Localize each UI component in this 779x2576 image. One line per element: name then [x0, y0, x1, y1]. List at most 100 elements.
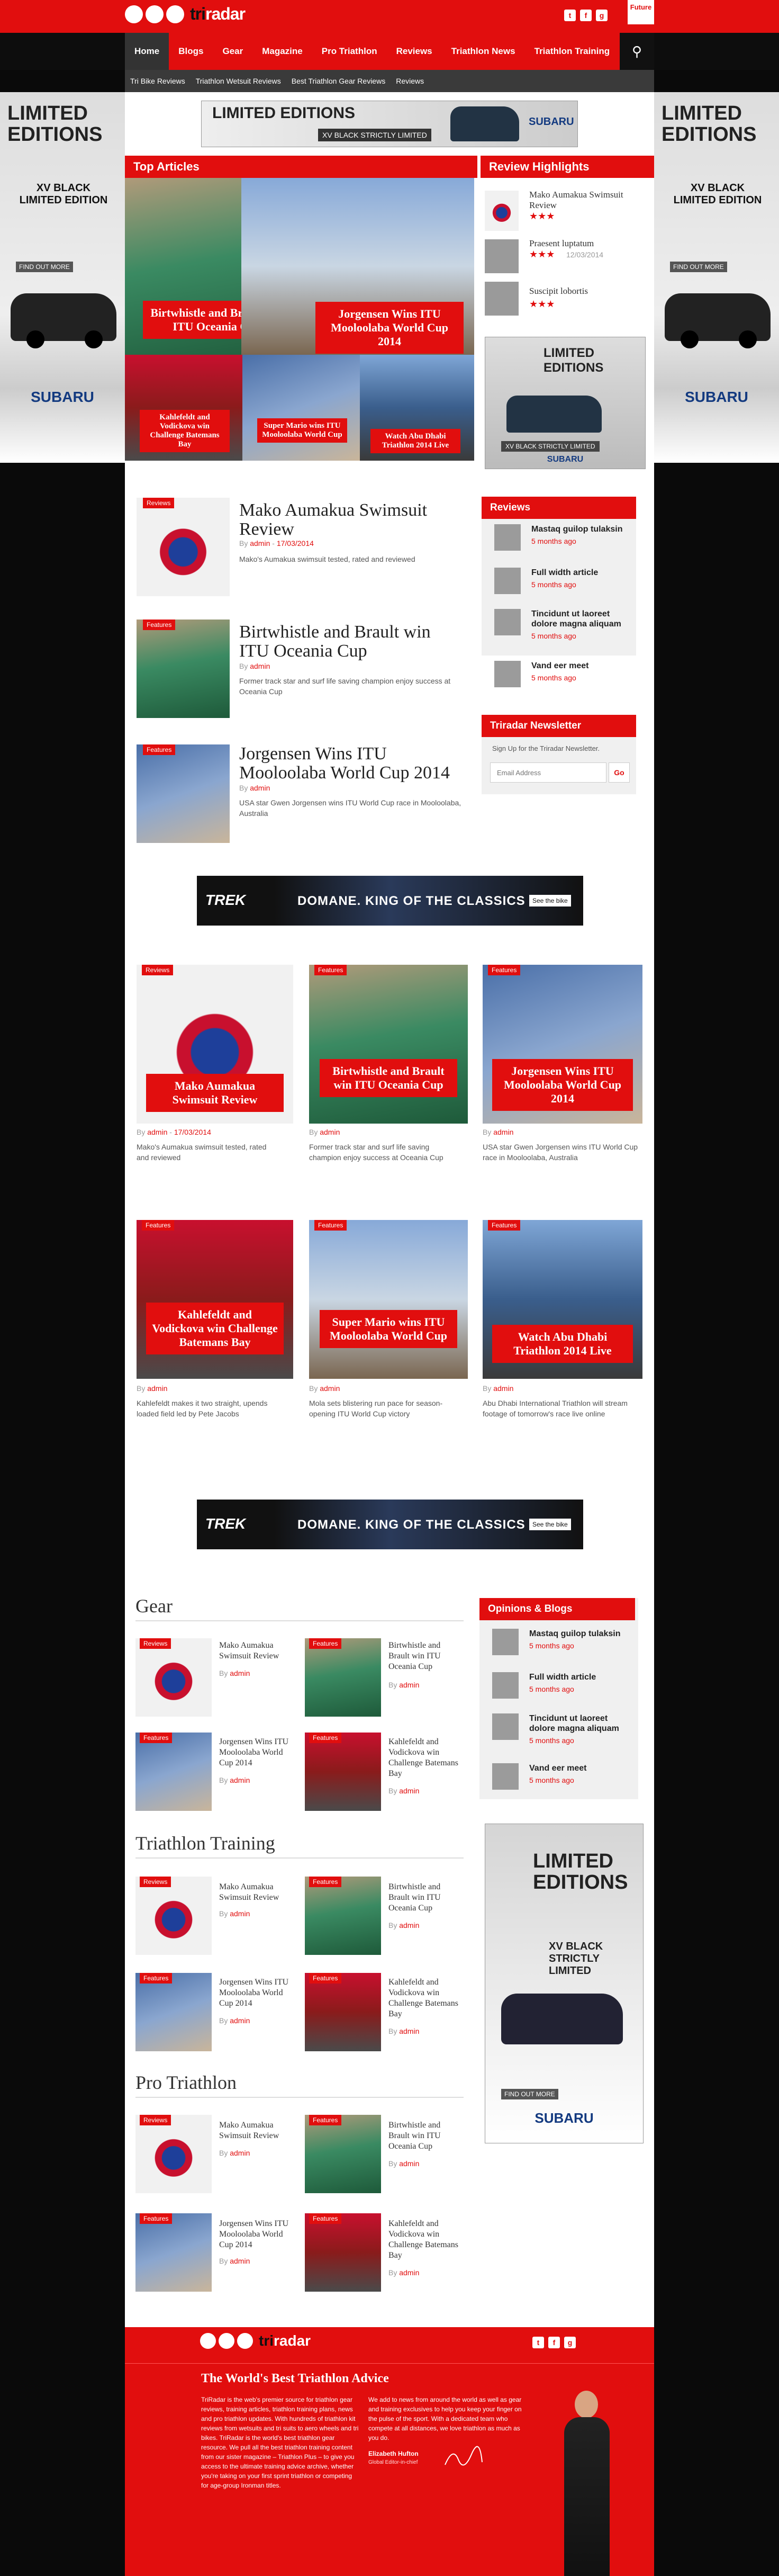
section-thumb[interactable]	[135, 2115, 212, 2193]
twitter-icon[interactable]: t	[564, 10, 576, 21]
twitter-icon[interactable]: t	[532, 2337, 544, 2348]
category-tag[interactable]: Features	[309, 2213, 342, 2224]
nav-reviews[interactable]: Reviews	[387, 33, 442, 70]
author-link[interactable]: admin	[320, 1384, 340, 1393]
category-tag[interactable]: Features	[314, 965, 347, 975]
grid-article-caption[interactable]: Super Mario wins ITU Mooloolaba World Cu…	[320, 1310, 457, 1348]
nav-pro-triathlon[interactable]: Pro Triathlon	[312, 33, 387, 70]
category-tag[interactable]: Reviews	[140, 1877, 171, 1887]
section-heading-pro[interactable]: Pro Triathlon	[135, 2071, 237, 2094]
grid-article-image[interactable]	[137, 1220, 293, 1379]
author-link[interactable]: admin	[230, 2016, 250, 2025]
facebook-icon[interactable]: f	[580, 10, 592, 21]
author-link[interactable]: admin	[250, 662, 270, 670]
category-tag[interactable]: Features	[143, 744, 176, 755]
section-thumb[interactable]	[305, 2115, 381, 2193]
section-item-title[interactable]: Jorgensen Wins ITU Mooloolaba World Cup …	[219, 2219, 293, 2250]
grid-article-caption[interactable]: Mako Aumakua Swimsuit Review	[146, 1074, 284, 1112]
article-thumb[interactable]	[137, 620, 230, 718]
subnav-item[interactable]: Triathlon Wetsuit Reviews	[191, 77, 286, 85]
author-link[interactable]: admin	[320, 1128, 340, 1136]
nav-triathlon-news[interactable]: Triathlon News	[442, 33, 525, 70]
grid-article-caption[interactable]: Kahlefeldt and Vodickova win Challenge B…	[146, 1303, 284, 1354]
author-link[interactable]: admin	[250, 539, 270, 547]
section-thumb[interactable]	[305, 1733, 381, 1811]
search-icon[interactable]: ⚲	[620, 33, 654, 70]
section-item-title[interactable]: Jorgensen Wins ITU Mooloolaba World Cup …	[219, 1737, 293, 1769]
section-item-title[interactable]: Birtwhistle and Brault win ITU Oceania C…	[388, 1640, 463, 1672]
subnav-item[interactable]: Best Triathlon Gear Reviews	[286, 77, 391, 85]
section-item-title[interactable]: Jorgensen Wins ITU Mooloolaba World Cup …	[219, 1977, 293, 2009]
top-article-caption[interactable]: Super Mario wins ITU Mooloolaba World Cu…	[257, 418, 347, 443]
grid-article-caption[interactable]: Birtwhistle and Brault win ITU Oceania C…	[320, 1059, 457, 1097]
author-link[interactable]: admin	[399, 1681, 419, 1689]
section-heading-gear[interactable]: Gear	[135, 1595, 173, 1617]
widget-item[interactable]: Tincidunt ut laoreet dolore magna aliqua…	[494, 609, 627, 640]
trek-button[interactable]: See the bike	[529, 895, 571, 906]
side-ad-left[interactable]: LIMITED EDITIONS XV BLACK LIMITED EDITIO…	[0, 92, 125, 463]
nav-home[interactable]: Home	[125, 33, 169, 70]
author-link[interactable]: admin	[399, 1921, 419, 1929]
category-tag[interactable]: Features	[140, 1733, 173, 1743]
section-item-title[interactable]: Birtwhistle and Brault win ITU Oceania C…	[388, 2120, 463, 2152]
category-tag[interactable]: Reviews	[140, 2115, 171, 2125]
category-tag[interactable]: Features	[488, 965, 521, 975]
review-thumb[interactable]	[485, 239, 519, 273]
article-title[interactable]: Mako Aumakua Swimsuit Review	[239, 501, 461, 539]
article-thumb[interactable]	[137, 498, 230, 596]
top-article-caption[interactable]: Watch Abu Dhabi Triathlon 2014 Live	[370, 429, 460, 453]
author-link[interactable]: admin	[250, 784, 270, 792]
nav-blogs[interactable]: Blogs	[169, 33, 213, 70]
section-item-title[interactable]: Mako Aumakua Swimsuit Review	[219, 2120, 293, 2141]
widget-item[interactable]: Vand eer meet 5 months ago	[492, 1763, 624, 1793]
section-item-title[interactable]: Mako Aumakua Swimsuit Review	[219, 1640, 293, 1662]
category-tag[interactable]: Features	[309, 1877, 342, 1887]
article-thumb[interactable]	[137, 744, 230, 843]
category-tag[interactable]: Features	[142, 1220, 175, 1231]
googleplus-icon[interactable]: g	[564, 2337, 576, 2348]
grid-article-caption[interactable]: Jorgensen Wins ITU Mooloolaba World Cup …	[492, 1059, 633, 1111]
top-article-caption[interactable]: Jorgensen Wins ITU Mooloolaba World Cup …	[315, 302, 464, 354]
author-link[interactable]: admin	[493, 1128, 513, 1136]
author-link[interactable]: admin	[399, 2027, 419, 2035]
section-thumb[interactable]	[135, 1973, 212, 2051]
googleplus-icon[interactable]: g	[596, 10, 608, 21]
section-thumb[interactable]	[305, 1638, 381, 1717]
section-item-title[interactable]: Birtwhistle and Brault win ITU Oceania C…	[388, 1882, 463, 1914]
review-title[interactable]: Praesent luptatum	[529, 238, 649, 249]
sidebar-ad-small[interactable]: LIMITED EDITIONS XV BLACK STRICTLY LIMIT…	[485, 337, 646, 469]
author-link[interactable]: admin	[230, 1669, 250, 1677]
section-item-title[interactable]: Kahlefeldt and Vodickova win Challenge B…	[388, 1977, 463, 2019]
widget-item[interactable]: Full width article 5 months ago	[494, 568, 627, 597]
grid-article-image[interactable]	[309, 965, 468, 1124]
subnav-item[interactable]: Reviews	[391, 77, 429, 85]
author-link[interactable]: admin	[399, 2159, 419, 2168]
widget-item[interactable]: Tincidunt ut laoreet dolore magna aliqua…	[492, 1713, 624, 1745]
nav-gear[interactable]: Gear	[213, 33, 252, 70]
article-title[interactable]: Birtwhistle and Brault win ITU Oceania C…	[239, 623, 461, 661]
review-thumb[interactable]	[485, 282, 519, 316]
author-link[interactable]: admin	[230, 2149, 250, 2157]
widget-item[interactable]: Vand eer meet 5 months ago	[494, 661, 627, 690]
category-tag[interactable]: Features	[140, 2213, 173, 2224]
section-heading-training[interactable]: Triathlon Training	[135, 1832, 275, 1854]
category-tag[interactable]: Features	[314, 1220, 347, 1231]
newsletter-email-input[interactable]	[490, 762, 606, 783]
author-link[interactable]: admin	[493, 1384, 513, 1393]
site-logo[interactable]: triradar	[125, 4, 246, 24]
article-title[interactable]: Jorgensen Wins ITU Mooloolaba World Cup …	[239, 744, 472, 783]
section-thumb[interactable]	[135, 1877, 212, 1955]
author-link[interactable]: admin	[147, 1128, 167, 1136]
section-item-title[interactable]: Kahlefeldt and Vodickova win Challenge B…	[388, 1737, 463, 1779]
author-link[interactable]: admin	[399, 2268, 419, 2277]
grid-article-image[interactable]	[309, 1220, 468, 1379]
category-tag[interactable]: Features	[309, 1638, 342, 1649]
category-tag[interactable]: Features	[309, 2115, 342, 2125]
subnav-item[interactable]: Tri Bike Reviews	[125, 77, 191, 85]
top-banner-ad[interactable]: LIMITED EDITIONS XV BLACK STRICTLY LIMIT…	[201, 101, 578, 147]
category-tag[interactable]: Features	[140, 1973, 173, 1983]
newsletter-go-button[interactable]: Go	[609, 762, 630, 783]
category-tag[interactable]: Features	[143, 620, 176, 630]
section-thumb[interactable]	[305, 1877, 381, 1955]
widget-item[interactable]: Mastaq guilop tulaksin 5 months ago	[494, 524, 627, 554]
